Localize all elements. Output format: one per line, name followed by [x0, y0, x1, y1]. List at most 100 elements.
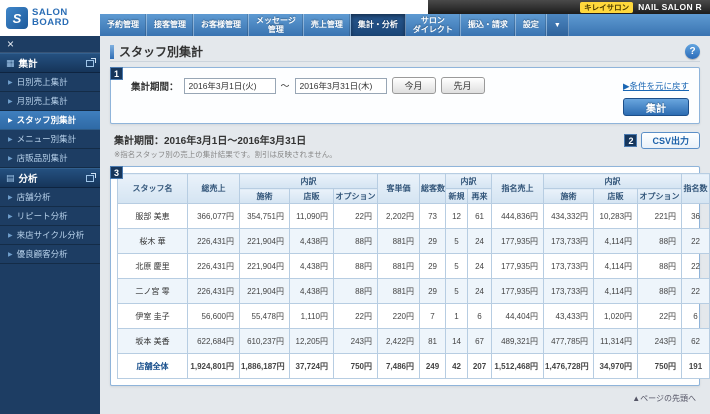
aggregation-period-text: 集計期間：2016年3月1日～2016年3月31日 [114, 136, 307, 147]
reset-conditions-link[interactable]: ▶条件を元に戻す [623, 80, 689, 92]
nav-more-button[interactable]: ▼ [546, 14, 569, 36]
value-cell: 1,110円 [289, 303, 334, 329]
col-header-nominated-service: 施術 [543, 188, 595, 204]
aggregate-button[interactable]: 集計 [623, 98, 689, 116]
nav-tab[interactable]: 接客管理 [147, 14, 194, 36]
help-icon[interactable]: ? [685, 44, 700, 59]
nav-tab[interactable]: お客様管理 [194, 14, 249, 36]
nav-tab[interactable]: メッセージ 管理 [249, 14, 304, 36]
sidebar-section-header[interactable]: 分析 [0, 168, 100, 188]
back-to-top-link[interactable]: ▲ページの先頭へ [632, 394, 696, 403]
sidebar-sections: 集計日別売上集計月別売上集計スタッフ別集計メニュー別集計店販品別集計分析店舗分析… [0, 53, 100, 264]
sidebar-item[interactable]: 来店サイクル分析 [0, 226, 100, 245]
sidebar-close-button[interactable]: × [0, 36, 100, 53]
value-cell: 191 [681, 353, 710, 379]
value-cell: 22 [681, 278, 710, 304]
nav-tab[interactable]: 集計・分析 [350, 14, 406, 36]
value-cell: 1,476,728円 [543, 353, 595, 379]
csv-export-area: 2 CSV出力 [624, 132, 700, 149]
nav-tab[interactable]: 売上管理 [304, 14, 351, 36]
value-cell: 177,935円 [491, 253, 545, 279]
value-cell: 88円 [637, 228, 683, 254]
grid-icon [6, 59, 15, 68]
value-cell: 88円 [332, 253, 379, 279]
step-badge-3: 3 [110, 166, 123, 179]
value-cell: 61 [467, 203, 493, 229]
value-cell: 477,785円 [543, 328, 595, 354]
staff-name-cell: 店舗全体 [117, 353, 188, 379]
value-cell: 6 [681, 303, 710, 329]
nav-tab[interactable]: 予約管理 [100, 14, 147, 36]
value-cell: 221円 [637, 203, 683, 229]
col-header-customer-breakdown: 内訳 [445, 173, 493, 189]
value-cell: 226,431円 [187, 278, 240, 304]
account-strip: キレイサロン NAIL SALON R [428, 0, 710, 14]
csv-export-button[interactable]: CSV出力 [641, 132, 700, 149]
value-cell: 226,431円 [187, 253, 240, 279]
value-cell: 881円 [377, 278, 421, 304]
value-cell: 22円 [332, 203, 379, 229]
last-month-button[interactable]: 先月 [440, 77, 485, 94]
value-cell: 88円 [332, 278, 379, 304]
salon-board-logo[interactable]: S SALON BOARD [0, 0, 100, 36]
value-cell: 88円 [637, 253, 683, 279]
step-badge-1: 1 [110, 67, 123, 80]
value-cell: 62 [681, 328, 710, 354]
sidebar-item[interactable]: 店舗分析 [0, 188, 100, 207]
value-cell: 56,600円 [187, 303, 240, 329]
value-cell: 6 [467, 303, 493, 329]
nav-tab[interactable]: サロン ダイレクト [406, 14, 461, 36]
title-accent-bar [110, 44, 114, 59]
value-cell: 88円 [332, 228, 379, 254]
value-cell: 366,077円 [187, 203, 240, 229]
value-cell: 1,924,801円 [187, 353, 240, 379]
value-cell: 88円 [637, 278, 683, 304]
value-cell: 24 [467, 228, 493, 254]
value-cell: 44,404円 [491, 303, 545, 329]
value-cell: 881円 [377, 253, 421, 279]
table-row: 伊室 圭子 56,600円 55,478円 1,110円 22円 220円 7 1 6 44,40… [117, 303, 710, 329]
value-cell: 750円 [637, 353, 683, 379]
col-header-total-sales: 総売上 [187, 173, 240, 204]
value-cell: 11,090円 [289, 203, 334, 229]
main-nav: 予約管理 接客管理 お客様管理 メッセージ 管理 売上管理 集計・分析 サロン ダイレクト振… [100, 14, 710, 36]
value-cell: 434,332円 [543, 203, 595, 229]
value-cell: 22 [681, 228, 710, 254]
value-cell: 173,733円 [543, 253, 595, 279]
value-cell: 354,751円 [239, 203, 290, 229]
this-month-button[interactable]: 今月 [391, 77, 436, 94]
sidebar-item[interactable]: 店販品別集計 [0, 149, 100, 168]
value-cell: 177,935円 [491, 228, 545, 254]
nav-tab[interactable]: 振込・請求 [461, 14, 516, 36]
caret-down-icon: ▼ [553, 21, 561, 29]
sidebar-item[interactable]: スタッフ別集計 [0, 111, 100, 130]
staff-name-cell: 坂本 美香 [117, 328, 188, 354]
value-cell: 610,237円 [239, 328, 290, 354]
table-body: 服部 美恵 366,077円 354,751円 11,090円 22円 2,202円 73 1… [117, 203, 710, 379]
value-cell: 177,935円 [491, 278, 545, 304]
popout-icon [86, 172, 96, 182]
col-header-option: オプション [332, 188, 379, 204]
nav-tab[interactable]: 設定 [516, 14, 547, 36]
sidebar-item[interactable]: 優良顧客分析 [0, 245, 100, 264]
col-header-nominated-sales: 指名売上 [491, 173, 545, 204]
sidebar-item[interactable]: 月別売上集計 [0, 92, 100, 111]
value-cell: 622,684円 [187, 328, 240, 354]
value-cell: 750円 [332, 353, 379, 379]
value-cell: 5 [445, 278, 469, 304]
date-to-input[interactable] [294, 77, 387, 94]
sidebar-section-header[interactable]: 集計 [0, 53, 100, 73]
col-header-new: 新規 [445, 188, 469, 204]
sidebar-item[interactable]: メニュー別集計 [0, 130, 100, 149]
tilde-separator: ～ [280, 81, 290, 91]
filter-row: 集計期間： ～ 今月 先月 ▶条件を元に戻す [131, 77, 689, 94]
period-label: 集計期間： [131, 81, 179, 93]
date-from-input[interactable] [183, 77, 276, 94]
value-cell: 1 [445, 303, 469, 329]
sidebar-section-title: 集計 [18, 59, 38, 70]
value-cell: 24 [467, 253, 493, 279]
value-cell: 36 [681, 203, 710, 229]
value-cell: 221,904円 [239, 278, 290, 304]
sidebar-item[interactable]: 日別売上集計 [0, 73, 100, 92]
sidebar-item[interactable]: リピート分析 [0, 207, 100, 226]
